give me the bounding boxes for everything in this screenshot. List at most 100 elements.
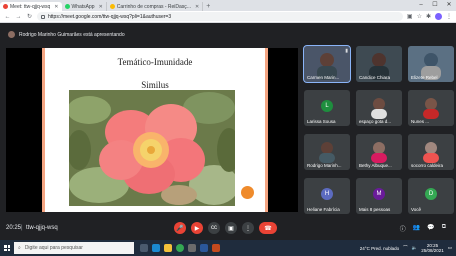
activities-icon[interactable]: ⧉ [442, 224, 446, 233]
network-icon[interactable]: ⌒ [403, 245, 408, 251]
participant-tile[interactable]: Rodrigo Marinh... [304, 134, 350, 170]
cart-favicon-icon [109, 4, 115, 9]
call-controls: 🎤 ▶ cc ▣ ⋮ ☎ [174, 222, 277, 234]
participant-tile[interactable]: ▮ Carmen Marin... [303, 45, 351, 83]
hang-up-button[interactable]: ☎ [259, 222, 277, 234]
side-controls: ⓘ 👥 💬 ⧉ [400, 224, 446, 233]
reload-icon[interactable]: ↻ [26, 13, 33, 20]
participant-name: Larissa Sousa [307, 119, 336, 124]
participant-name: Rodrigo Marinh... [307, 163, 342, 168]
minimize-icon[interactable]: – [414, 0, 428, 11]
participant-tile[interactable]: L Larissa Sousa [304, 90, 350, 126]
participant-avatar: L [321, 100, 333, 112]
slide-title: Temático-Imunidade [117, 57, 193, 67]
presentation-stage: Temático-Imunidade Similus [6, 48, 298, 212]
menu-icon[interactable]: ⋮ [446, 13, 452, 20]
edge-icon[interactable] [152, 244, 160, 252]
url-input[interactable]: https://meet.google.com/ttw-qjjq-wsq?pli… [37, 12, 403, 21]
task-view-icon[interactable] [140, 244, 148, 252]
tab-label: Carrinho de compras - ReiDasç... [116, 3, 191, 10]
browser-tabbar: Meet: ttw-qjjq-wsq ✕ WhatsApp ✕ Carrinho… [0, 0, 456, 11]
info-icon[interactable]: ⓘ [400, 224, 406, 233]
excel-icon[interactable] [212, 244, 220, 252]
taskbar-search[interactable]: ⌕ Digite aqui para pesquisar [14, 242, 134, 254]
tab-label: Meet: ttw-qjjq-wsq [10, 3, 51, 10]
participant-tile[interactable]: espaço gota d... [356, 90, 402, 126]
separator: | [21, 225, 23, 231]
whatsapp-favicon-icon [64, 4, 70, 9]
close-window-icon[interactable]: ✕ [442, 0, 456, 11]
file-explorer-icon[interactable] [164, 244, 172, 252]
toolbar-icons: ▣ ☆ ✱ ⋮ [407, 13, 452, 20]
screen: Meet: ttw-qjjq-wsq ✕ WhatsApp ✕ Carrinho… [0, 0, 456, 256]
presenter-notice: Rodrigo Marinho Guimarães está apresenta… [0, 29, 456, 40]
more-people-tile[interactable]: M Mais 8 pessoas [356, 178, 402, 214]
participant-tile[interactable]: Bethy Albuque... [356, 134, 402, 170]
captions-icon[interactable]: cc [208, 222, 220, 234]
extensions-icon[interactable]: ✱ [426, 13, 431, 20]
slide-pointer-dot [241, 186, 254, 199]
volume-icon[interactable]: 🔈 [412, 245, 418, 251]
camera-off-icon[interactable]: ▶ [191, 222, 203, 234]
profile-avatar[interactable] [435, 13, 442, 20]
address-bar-row: ← → ↻ https://meet.google.com/ttw-qjjq-w… [0, 11, 456, 23]
flower-photo [69, 90, 235, 206]
windows-logo-icon [4, 245, 10, 251]
weather-text[interactable]: 24°C Pred. nublado [360, 246, 399, 251]
self-tile[interactable]: D Você [408, 178, 454, 214]
windows-taskbar: ⌕ Digite aqui para pesquisar 24°C Pred. … [0, 240, 456, 256]
tab-whatsapp[interactable]: WhatsApp ✕ [62, 2, 107, 11]
participant-tile[interactable]: Candice Chiara [356, 46, 402, 82]
participant-tile[interactable]: Elizete Rebel [408, 46, 454, 82]
slide-subtitle: Similus [141, 80, 169, 90]
present-icon[interactable]: ▣ [225, 222, 237, 234]
back-icon[interactable]: ← [4, 14, 11, 20]
participant-avatar: H [321, 188, 333, 200]
chat-icon[interactable]: 💬 [427, 224, 434, 233]
window-controls: – ☐ ✕ [414, 0, 456, 11]
meet-favicon-icon [3, 4, 8, 9]
presentation-slide: Temático-Imunidade Similus [42, 48, 268, 212]
camera-permission-icon[interactable]: ▣ [407, 13, 413, 20]
maximize-icon[interactable]: ☐ [428, 0, 442, 11]
participant-name: Carmen Marin... [307, 75, 340, 80]
notifications-icon[interactable]: ▭ [448, 245, 452, 251]
meeting-code: ttw-qjjq-wsq [26, 225, 58, 231]
start-button[interactable] [0, 240, 14, 256]
more-options-icon[interactable]: ⋮ [242, 222, 254, 234]
search-icon: ⌕ [18, 245, 21, 251]
participant-name: espaço gota d... [359, 119, 392, 124]
taskbar-apps [140, 244, 220, 252]
participant-tile[interactable]: Nunes ... [408, 90, 454, 126]
people-icon[interactable]: 👥 [413, 224, 420, 233]
close-tab-icon[interactable]: ✕ [54, 4, 58, 10]
lock-icon [41, 14, 45, 19]
system-tray: 24°C Pred. nublado ⌒ 🔈 20:25 25/08/2021 … [360, 243, 456, 253]
search-placeholder: Digite aqui para pesquisar [24, 245, 83, 251]
clock-date: 25/08/2021 [421, 248, 444, 253]
participant-tile[interactable]: H Heliane Fabrícia [304, 178, 350, 214]
participant-name: Mais 8 pessoas [359, 207, 391, 212]
participant-tile[interactable]: socorro caldeira [408, 134, 454, 170]
participant-name: Você [411, 207, 422, 212]
forward-icon[interactable]: → [15, 14, 22, 20]
close-tab-icon[interactable]: ✕ [99, 4, 103, 10]
store-icon[interactable] [188, 244, 196, 252]
participant-avatar: M [373, 188, 385, 200]
presenter-avatar [8, 31, 15, 38]
new-tab-button[interactable]: + [203, 2, 213, 11]
url-text: https://meet.google.com/ttw-qjjq-wsq?pli… [48, 13, 172, 20]
participant-name: Elizete Rebel [411, 75, 438, 80]
participant-name: socorro caldeira [411, 163, 444, 168]
tab-cart[interactable]: Carrinho de compras - ReiDasç... ✕ [107, 2, 204, 11]
close-tab-icon[interactable]: ✕ [195, 4, 199, 10]
system-clock[interactable]: 20:25 25/08/2021 [421, 243, 444, 253]
tab-label: WhatsApp [71, 3, 95, 10]
star-icon[interactable]: ☆ [417, 13, 422, 20]
participant-avatar: D [425, 188, 437, 200]
chrome-icon[interactable] [176, 244, 184, 252]
tab-meet[interactable]: Meet: ttw-qjjq-wsq ✕ [0, 2, 62, 11]
participant-name: Bethy Albuque... [359, 163, 392, 168]
word-icon[interactable] [200, 244, 208, 252]
mic-off-icon[interactable]: 🎤 [174, 222, 186, 234]
